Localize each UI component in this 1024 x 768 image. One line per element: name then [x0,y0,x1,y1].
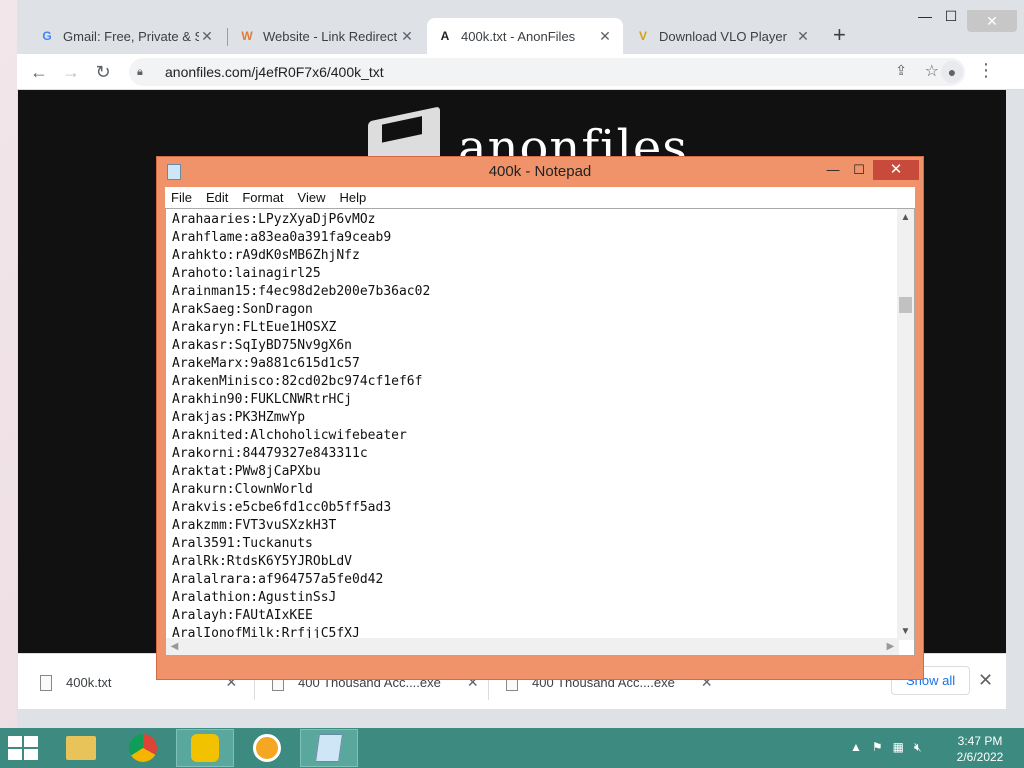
tab-title: Download VLO Player [659,28,787,44]
text-line: Arakzmm:FVT3vuSXzkH3T [172,518,337,533]
text-line: Aral3591:Tuckanuts [172,536,313,551]
text-line: Arahkto:rA9dK0sMB6ZhjNfz [172,248,360,263]
tab-title: Website - Link Redirect | [263,28,399,44]
text-content[interactable]: Arahaaries:LPyzXyaDjP6vMOz Arahflame:a83e… [172,211,894,651]
vertical-scrollbar[interactable]: ▲ ▼ [897,209,914,640]
new-tab-button[interactable]: + [833,22,846,48]
volume-muted-icon[interactable]: 🔇︎ [914,740,922,755]
close-tab-icon[interactable]: ✕ [795,28,811,45]
download-name: 400k.txt [66,675,112,690]
scroll-right-icon[interactable]: ▶ [882,638,899,655]
tab-gmail[interactable]: G Gmail: Free, Private & Se ✕ [29,20,225,52]
notepad-title: 400k - Notepad [488,163,592,180]
text-line: Arakurn:ClownWorld [172,482,313,497]
text-line: Arahaaries:LPyzXyaDjP6vMOz [172,212,376,227]
forward-arrow-icon[interactable]: → [59,60,83,84]
vlo-icon: V [638,29,647,43]
flag-icon[interactable]: ⚑ [872,740,883,755]
back-arrow-icon[interactable]: ← [27,60,51,84]
google-icon: G [42,29,52,43]
system-clock[interactable]: 3:47 PM 2/6/2022 [950,733,1010,765]
file-icon [40,674,52,691]
chevron-up-icon[interactable]: ▲ [850,740,862,755]
tab-title: Gmail: Free, Private & Se [63,28,199,44]
menu-view[interactable]: View [298,190,326,205]
scroll-down-icon[interactable]: ▼ [897,623,914,640]
anonfiles-icon: A [440,29,450,43]
text-line: Arahflame:a83ea0a391fa9ceab9 [172,230,392,245]
text-line: Arakaryn:FLtEue1HOSXZ [172,320,337,335]
text-line: ArakSaeg:SonDragon [172,302,313,317]
text-line: Arakorni:84479327e843311c [172,446,368,461]
menu-file[interactable]: File [171,190,192,205]
menu-format[interactable]: Format [242,190,283,205]
close-downloads-icon[interactable]: ✕ [978,670,993,691]
close-tab-icon[interactable]: ✕ [199,28,215,45]
text-line: Araktat:PWw8jCaPXbu [172,464,321,479]
share-icon[interactable]: ⇪ [895,62,907,79]
resize-grip-icon[interactable]: ⋰ [909,665,921,677]
close-tab-icon[interactable]: ✕ [597,28,613,45]
app-icon[interactable] [238,729,296,767]
menu-bar: File Edit Format View Help [165,187,915,208]
scroll-thumb[interactable] [899,297,912,313]
website-icon: W [241,29,253,43]
taskbar: ▲ ⚑ ▦ 🔇︎ 3:47 PM 2/6/2022 [0,728,1024,768]
text-line: Arakjas:PK3HZmwYp [172,410,306,425]
tab-separator [227,28,228,46]
chrome-icon[interactable] [114,729,172,767]
system-tray: ▲ ⚑ ▦ 🔇︎ [850,740,922,755]
text-line: Aralathion:AgustinSsJ [172,590,337,605]
clock-date: 2/6/2022 [956,750,1004,764]
windows-start-icon[interactable] [8,736,38,760]
tab-anonfiles[interactable]: A 400k.txt - AnonFiles ✕ [427,18,623,54]
notepad-taskbar-icon[interactable] [300,729,358,767]
tab-strip: G Gmail: Free, Private & Se ✕ W Website … [17,0,1024,56]
text-line: Arahoto:lainagirl25 [172,266,321,281]
close-icon[interactable]: ✕ [873,160,919,180]
scroll-left-icon[interactable]: ◀ [166,638,183,655]
tab-vlo-player[interactable]: V Download VLO Player ✕ [625,20,821,52]
minimize-icon[interactable]: — [819,160,847,180]
vlo-player-icon[interactable] [176,729,234,767]
file-explorer-icon[interactable] [52,729,110,767]
close-tab-icon[interactable]: ✕ [399,28,415,45]
text-line: Arainman15:f4ec98d2eb200e7b36ac02 [172,284,431,299]
text-line: Arakasr:SqIyBD75Nv9gX6n [172,338,353,353]
url-text: anonfiles.com/j4efR0F7x6/400k_txt [165,64,384,80]
text-area[interactable]: Arahaaries:LPyzXyaDjP6vMOz Arahflame:a83e… [165,208,915,656]
lock-icon: 🔒︎ [137,65,143,78]
clock-time: 3:47 PM [957,734,1003,748]
network-icon[interactable]: ▦ [893,740,904,755]
profile-avatar-icon[interactable]: ● [941,61,963,83]
notepad-window: 400k - Notepad — ☐ ✕ File Edit Format Vi… [156,156,924,680]
close-window-icon[interactable]: ✕ [967,10,1017,32]
text-line: ArakenMinisco:82cd02bc974cf1ef6f [172,374,423,389]
text-line: AralRk:RtdsK6Y5YJRObLdV [172,554,353,569]
menu-help[interactable]: Help [339,190,366,205]
text-line: Araknited:Alchoholicwifebeater [172,428,407,443]
text-line: Aralayh:FAUtAIxKEE [172,608,313,623]
menu-edit[interactable]: Edit [206,190,228,205]
text-line: Aralalrara:af964757a5fe0d42 [172,572,384,587]
text-line: Arakhin90:FUKLCNWRtrHCj [172,392,353,407]
tab-title: 400k.txt - AnonFiles [461,28,576,44]
browser-toolbar: ← → ↻ 🔒︎ anonfiles.com/j4efR0F7x6/400k_t… [17,54,1024,90]
scroll-up-icon[interactable]: ▲ [897,209,914,226]
tab-link-redirect[interactable]: W Website - Link Redirect | ✕ [229,20,425,52]
text-line: ArakeMarx:9a881c615d1c57 [172,356,360,371]
menu-kebab-icon[interactable]: ⋮ [977,60,995,81]
bookmark-star-icon[interactable]: ☆ [925,61,939,81]
horizontal-scrollbar[interactable]: ◀ ▶ [166,638,899,655]
text-line: Arakvis:e5cbe6fd1cc0b5ff5ad3 [172,500,392,515]
maximize-icon[interactable]: ☐ [931,8,971,25]
maximize-icon[interactable]: ☐ [845,160,873,180]
reload-icon[interactable]: ↻ [91,60,115,84]
address-bar[interactable]: 🔒︎ anonfiles.com/j4efR0F7x6/400k_txt ⇪ ☆ [129,58,965,86]
